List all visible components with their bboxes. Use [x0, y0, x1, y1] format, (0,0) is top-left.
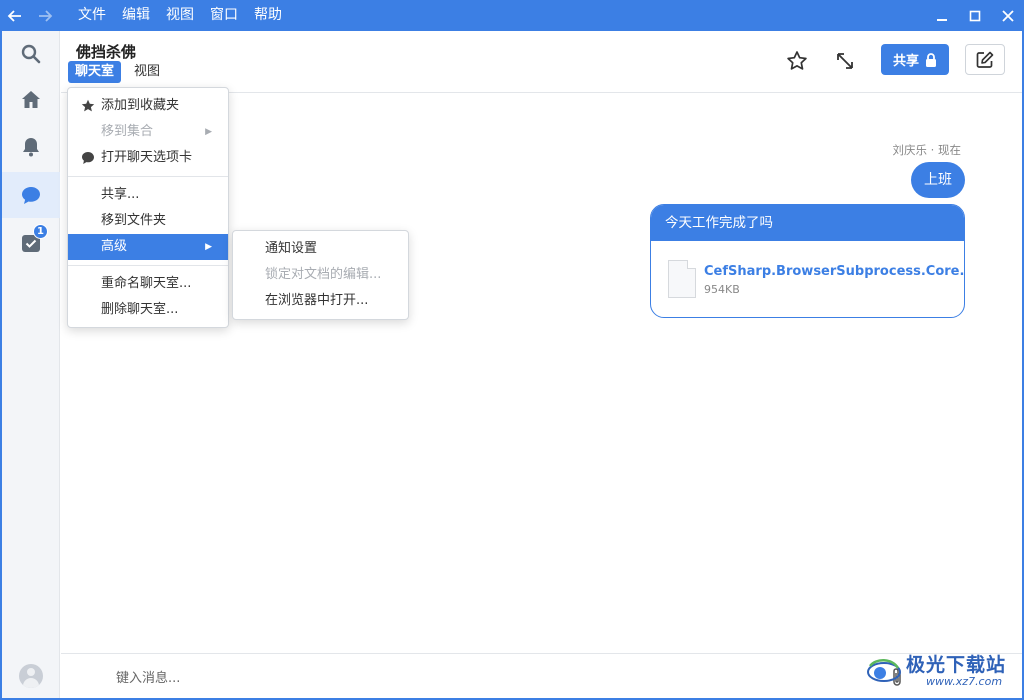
watermark-logo-icon: [867, 659, 901, 682]
tab-view[interactable]: 视图: [134, 61, 160, 83]
menu-window[interactable]: 窗口: [202, 0, 246, 31]
menu-divider: [68, 176, 228, 177]
resize-diagonal-icon: [837, 53, 853, 69]
menu-bar: 文件 编辑 视图 窗口 帮助: [70, 0, 290, 31]
menu-item-advanced[interactable]: 高级 ▶: [68, 234, 228, 260]
file-icon: [668, 260, 696, 298]
menu-help[interactable]: 帮助: [246, 0, 290, 31]
minimize-icon[interactable]: [925, 0, 958, 31]
sidebar: 1: [2, 31, 60, 698]
tab-chatroom[interactable]: 聊天室: [68, 61, 122, 83]
close-icon[interactable]: [991, 0, 1024, 31]
context-menu: 添加到收藏夹 移到集合 ▶ 打开聊天选项卡 共享... 移到文件夹 高级 ▶ 重…: [67, 87, 229, 328]
menu-item-delete-chatroom[interactable]: 删除聊天室...: [68, 297, 228, 323]
menu-divider: [68, 265, 228, 266]
sidebar-item-search[interactable]: [2, 31, 60, 77]
sidebar-item-chat[interactable]: [2, 172, 60, 218]
expand-button[interactable]: [830, 46, 860, 76]
menu-item-move-to-folder[interactable]: 移到文件夹: [68, 208, 228, 234]
submenu-item-notification-settings[interactable]: 通知设置: [233, 236, 408, 262]
sidebar-item-tasks[interactable]: 1: [2, 220, 60, 266]
advanced-submenu: 通知设置 锁定对文档的编辑... 在浏览器中打开...: [232, 230, 409, 320]
lock-icon: [926, 52, 936, 67]
sidebar-item-notifications[interactable]: [2, 124, 60, 170]
edit-icon: [976, 51, 994, 68]
menu-edit[interactable]: 编辑: [114, 0, 158, 31]
title-bar: 文件 编辑 视图 窗口 帮助: [0, 0, 1024, 31]
menu-item-open-chat-tab[interactable]: 打开聊天选项卡: [68, 145, 228, 171]
submenu-item-lock-editing: 锁定对文档的编辑...: [265, 267, 382, 282]
sidebar-item-home[interactable]: [2, 77, 60, 123]
forward-arrow-icon[interactable]: [30, 0, 60, 31]
maximize-icon[interactable]: [958, 0, 991, 31]
message-bubble[interactable]: 上班: [911, 162, 965, 198]
search-icon: [21, 44, 41, 64]
menu-item-add-favorite[interactable]: 添加到收藏夹: [68, 93, 228, 119]
share-label: 共享: [892, 54, 919, 69]
menu-item-share[interactable]: 共享...: [68, 182, 228, 208]
menu-item-rename-chatroom[interactable]: 重命名聊天室...: [68, 271, 228, 297]
window-controls: [925, 0, 1024, 31]
star-icon: [80, 93, 96, 119]
back-arrow-icon[interactable]: [0, 0, 30, 31]
watermark-text: 极光下载站: [906, 654, 1007, 676]
tasks-badge: 1: [33, 224, 48, 239]
chat-bubble-icon: [80, 145, 96, 171]
watermark: 极光下载站 www.xz7.com: [864, 650, 1020, 696]
file-name-link[interactable]: CefSharp.BrowserSubprocess.Core.dll: [704, 264, 964, 279]
message-meta: 刘庆乐 · 现在: [892, 143, 961, 157]
chat-header: 佛挡杀佛 聊天室 视图 共享: [61, 31, 1022, 93]
file-size: 954KB: [704, 283, 740, 296]
star-outline-icon: [787, 51, 807, 70]
favorite-button[interactable]: [782, 46, 812, 76]
file-message-card[interactable]: 今天工作完成了吗 CefSharp.BrowserSubprocess.Core…: [650, 204, 965, 318]
menu-item-move-to-collection: 移到集合 ▶: [68, 119, 228, 145]
watermark-url: www.xz7.com: [926, 675, 1003, 688]
submenu-item-open-in-browser[interactable]: 在浏览器中打开...: [233, 288, 408, 314]
bell-icon: [23, 138, 39, 157]
submenu-arrow-icon: ▶: [205, 127, 212, 137]
home-icon: [22, 91, 40, 108]
message-input[interactable]: 键入消息...: [116, 667, 180, 686]
avatar[interactable]: [19, 664, 43, 688]
menu-file[interactable]: 文件: [70, 0, 114, 31]
share-button[interactable]: 共享: [881, 44, 949, 75]
card-title: 今天工作完成了吗: [651, 205, 964, 241]
chat-icon: [22, 187, 40, 204]
menu-view[interactable]: 视图: [158, 0, 202, 31]
compose-button[interactable]: [965, 44, 1005, 75]
page-title: 佛挡杀佛: [76, 43, 137, 61]
submenu-arrow-icon: ▶: [205, 242, 212, 252]
